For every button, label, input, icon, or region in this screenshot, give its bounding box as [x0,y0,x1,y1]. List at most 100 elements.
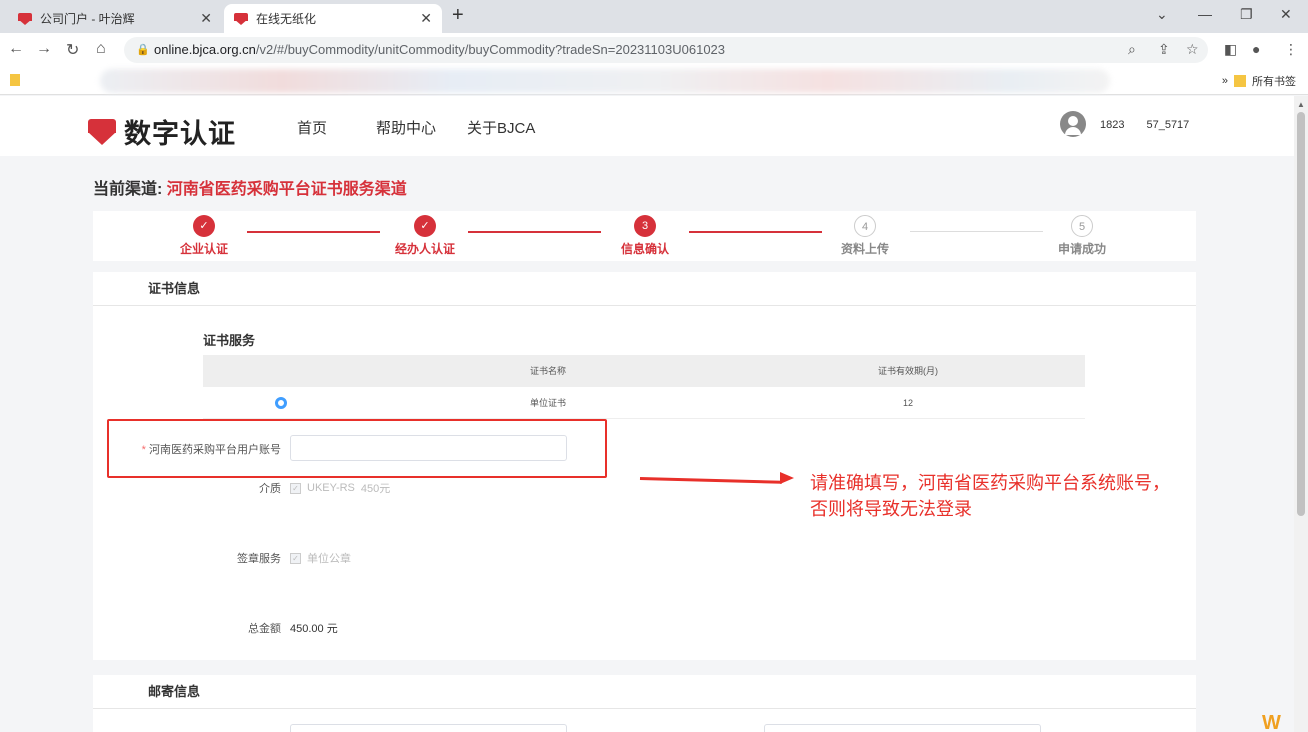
step-connector [247,231,380,233]
mail-input-2[interactable] [764,724,1041,732]
user-name: 1823 57_5717 [1100,119,1190,131]
profile-icon[interactable]: ● [1252,41,1260,57]
address-toolbar: ← → ↻ ⌂ 🔒 online.bjca.org.cn/v2/#/buyCom… [0,33,1308,67]
seal-option: ✓ 单位公章 [290,550,351,566]
progress-steps: ✓ 企业认证 ✓ 经办人认证 3 信息确认 4 资料上传 5 申请成功 [93,211,1196,261]
current-channel: 当前渠道: 河南省医药采购平台证书服务渠道 [93,175,407,199]
user-menu[interactable]: 1823 57_5717 [1060,111,1189,137]
back-icon[interactable]: ← [8,40,24,58]
channel-label: 当前渠道: [93,181,163,198]
table-row[interactable]: 单位证书 12 [203,387,1085,419]
step-agent-auth: ✓ 经办人认证 [375,215,475,257]
step-check-icon: ✓ [193,215,215,237]
menu-kebab-icon[interactable]: ⋮ [1284,41,1298,58]
avatar-icon [1060,111,1086,137]
folder-icon [1234,75,1246,87]
address-bar[interactable]: 🔒 online.bjca.org.cn/v2/#/buyCommodity/u… [124,37,1208,63]
step-label: 信息确认 [620,242,669,256]
step-check-icon: ✓ [414,215,436,237]
step-number: 3 [634,215,656,237]
close-tab-icon[interactable]: ✕ [200,10,212,27]
annotation-line-1: 请准确填写，河南省医药采购平台系统账号， [810,473,1170,493]
share-icon[interactable]: ⇪ [1158,41,1170,58]
cert-table: 证书名称 证书有效期(月) 单位证书 12 [203,355,1085,419]
tab-title: 公司门户 - 叶治辉 [40,12,135,26]
restore-icon[interactable]: ❐ [1240,6,1253,23]
more-bookmarks-icon[interactable]: » [1222,75,1228,87]
medium-value: UKEY-RS [307,482,355,494]
reload-icon[interactable]: ↻ [66,40,79,60]
highlight-box [107,419,607,478]
site-favicon-icon [18,12,32,25]
table-header: 证书名称 证书有效期(月) [203,355,1085,387]
site-logo[interactable]: 数字认证 [88,112,236,151]
all-bookmarks-label: 所有书签 [1252,76,1296,88]
step-label: 资料上传 [840,242,889,256]
seal-label: 签章服务 [237,553,281,565]
seal-row: 签章服务 ✓ 单位公章 [93,550,1196,570]
step-label: 经办人认证 [394,242,455,256]
tab-search-icon[interactable]: ⌄ [1156,6,1168,23]
nav-home[interactable]: 首页 [297,117,327,138]
annotation-text: 请准确填写，河南省医药采购平台系统账号， 否则将导致无法登录 [810,470,1170,522]
step-label: 企业认证 [179,242,228,256]
col-cert-validity: 证书有效期(月) [878,366,938,376]
cert-name: 单位证书 [529,398,566,408]
cert-radio[interactable] [275,397,287,409]
step-info-confirm: 3 信息确认 [595,215,695,257]
close-window-icon[interactable]: ✕ [1280,6,1292,23]
new-tab-icon[interactable]: + [452,4,464,27]
mail-info-panel: 邮寄信息 [93,675,1196,732]
cert-service-title: 证书服务 [203,333,256,348]
cert-validity: 12 [902,398,913,408]
nav-help-center[interactable]: 帮助中心 [376,117,436,138]
bookmarks-bar: » 所有书签 [0,67,1308,95]
tab-company-portal[interactable]: 公司门户 - 叶治辉 ✕ [8,4,222,33]
page-scrollbar[interactable]: ▲ [1294,96,1308,732]
step-connector [468,231,601,233]
scroll-up-icon[interactable]: ▲ [1297,100,1305,109]
step-number: 4 [854,215,876,237]
medium-checkbox[interactable]: ✓ [290,482,301,494]
url-path: /v2/#/buyCommodity/unitCommodity/buyComm… [255,42,726,57]
step-label: 申请成功 [1057,242,1106,256]
mail-input-1[interactable] [290,724,567,732]
bjca-shield-icon [88,118,116,145]
bookmark-star-icon[interactable]: ☆ [1186,41,1199,58]
medium-option: ✓ UKEY-RS 450元 [290,480,390,496]
annotation-arrow-icon [780,472,794,484]
forward-icon[interactable]: → [36,40,52,58]
zoom-icon[interactable]: ⌕ [1128,41,1136,58]
site-favicon-icon [234,12,248,25]
step-company-auth: ✓ 企业认证 [154,215,254,257]
step-connector [910,231,1043,232]
tab-online-paperless[interactable]: 在线无纸化 ✕ [224,4,442,33]
lock-icon: 🔒 [136,44,150,56]
total-label: 总金额 [248,623,281,635]
corner-watermark-icon: W [1262,712,1281,732]
medium-price: 450元 [360,483,391,495]
site-header: 数字认证 首页 帮助中心 关于BJCA 1823 57_5717 [0,96,1294,156]
home-icon[interactable]: ⌂ [96,40,106,58]
blurred-bookmarks [100,69,1110,93]
side-panel-icon[interactable]: ◧ [1224,41,1237,58]
step-number: 5 [1071,215,1093,237]
url-host: online.bjca.org.cn [154,42,256,57]
scroll-thumb[interactable] [1297,112,1305,516]
all-bookmarks[interactable]: » 所有书签 [1222,73,1296,89]
minimize-icon[interactable]: — [1198,6,1212,22]
browser-tab-strip: 公司门户 - 叶治辉 ✕ 在线无纸化 ✕ + ⌄ — ❐ ✕ [0,0,1308,33]
bookmark-folder-icon[interactable] [10,74,20,86]
total-row: 总金额 450.00 元 [93,620,1196,640]
tab-title: 在线无纸化 [256,12,317,26]
step-upload: 4 资料上传 [815,215,915,257]
step-connector [689,231,822,233]
annotation-line-2: 否则将导致无法登录 [810,499,972,519]
close-tab-icon[interactable]: ✕ [420,10,432,27]
medium-label: 介质 [259,483,281,495]
total-value: 450.00 元 [290,623,338,635]
nav-about-bjca[interactable]: 关于BJCA [467,117,535,138]
seal-checkbox[interactable]: ✓ [290,552,301,564]
step-success: 5 申请成功 [1032,215,1132,257]
cert-info-title: 证书信息 [93,272,1196,306]
